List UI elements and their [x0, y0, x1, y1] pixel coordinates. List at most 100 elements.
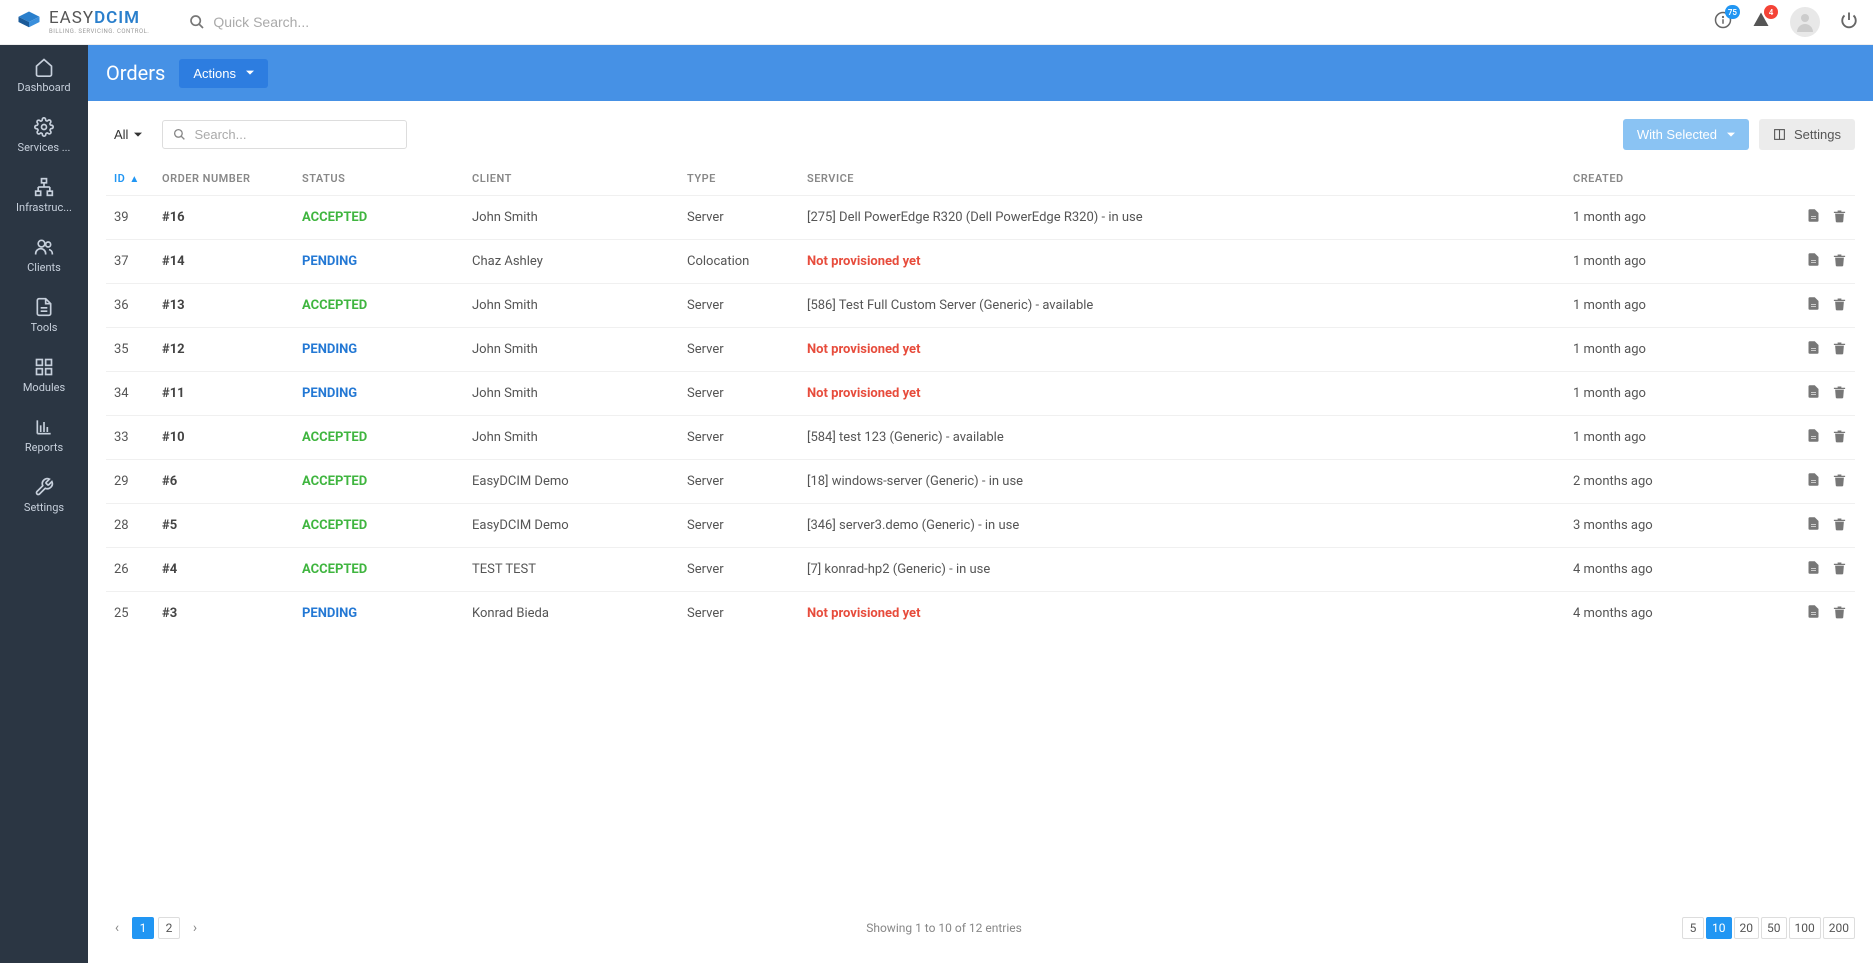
sidebar-item-sitemap[interactable]: Infrastruc...	[0, 165, 88, 225]
logo[interactable]: EASYDCIM BILLING. SERVICING. CONTROL.	[15, 8, 149, 36]
alert-notifications[interactable]: 4	[1752, 11, 1770, 33]
table-row[interactable]: 33 #10 ACCEPTED John Smith Server [584] …	[106, 416, 1855, 460]
sidebar-item-label: Settings	[24, 501, 64, 514]
col-id[interactable]: ID▲	[106, 162, 154, 196]
cell-client: TEST TEST	[464, 548, 679, 592]
row-view-icon[interactable]	[1806, 340, 1821, 355]
row-delete-icon[interactable]	[1832, 472, 1847, 487]
sidebar: DashboardServices ...Infrastruc...Client…	[0, 45, 88, 963]
logo-text: EASYDCIM BILLING. SERVICING. CONTROL.	[49, 10, 149, 35]
sidebar-item-chart[interactable]: Reports	[0, 405, 88, 465]
table-row[interactable]: 36 #13 ACCEPTED John Smith Server [586] …	[106, 284, 1855, 328]
quick-search-input[interactable]	[213, 14, 513, 30]
logo-icon	[15, 8, 43, 36]
row-view-icon[interactable]	[1806, 428, 1821, 443]
info-notifications[interactable]: 75	[1714, 11, 1732, 33]
chevron-down-icon	[134, 131, 142, 139]
row-delete-icon[interactable]	[1832, 252, 1847, 267]
table-row[interactable]: 29 #6 ACCEPTED EasyDCIM Demo Server [18]…	[106, 460, 1855, 504]
cell-created: 3 months ago	[1565, 504, 1785, 548]
row-delete-icon[interactable]	[1832, 384, 1847, 399]
pagesize-5[interactable]: 5	[1682, 917, 1704, 939]
row-delete-icon[interactable]	[1832, 428, 1847, 443]
pagesize-50[interactable]: 50	[1761, 917, 1787, 939]
cell-client: John Smith	[464, 416, 679, 460]
cell-order-number: #4	[154, 548, 294, 592]
page-1[interactable]: 1	[132, 917, 154, 939]
table-row[interactable]: 26 #4 ACCEPTED TEST TEST Server [7] konr…	[106, 548, 1855, 592]
cell-order-number: #5	[154, 504, 294, 548]
col-client[interactable]: CLIENT	[464, 162, 679, 196]
page-prev[interactable]: ‹	[106, 917, 128, 939]
row-delete-icon[interactable]	[1832, 340, 1847, 355]
table-row[interactable]: 28 #5 ACCEPTED EasyDCIM Demo Server [346…	[106, 504, 1855, 548]
cell-created: 1 month ago	[1565, 240, 1785, 284]
col-service[interactable]: SERVICE	[799, 162, 1565, 196]
row-delete-icon[interactable]	[1832, 516, 1847, 531]
cell-status: ACCEPTED	[294, 504, 464, 548]
row-delete-icon[interactable]	[1832, 296, 1847, 311]
cell-order-number: #14	[154, 240, 294, 284]
cell-status: PENDING	[294, 592, 464, 636]
row-delete-icon[interactable]	[1832, 208, 1847, 223]
row-view-icon[interactable]	[1806, 560, 1821, 575]
table-row[interactable]: 34 #11 PENDING John Smith Server Not pro…	[106, 372, 1855, 416]
content: All With Selected Settings ID▲ ORDER NUM…	[88, 101, 1873, 963]
sidebar-item-wrench[interactable]: Settings	[0, 465, 88, 525]
table-footer: ‹12› Showing 1 to 10 of 12 entries 51020…	[106, 905, 1855, 951]
cell-status: ACCEPTED	[294, 416, 464, 460]
row-view-icon[interactable]	[1806, 516, 1821, 531]
sidebar-item-users[interactable]: Clients	[0, 225, 88, 285]
table-search-input[interactable]	[194, 127, 396, 142]
table-row[interactable]: 37 #14 PENDING Chaz Ashley Colocation No…	[106, 240, 1855, 284]
sidebar-item-gear[interactable]: Services ...	[0, 105, 88, 165]
col-order-number[interactable]: ORDER NUMBER	[154, 162, 294, 196]
row-view-icon[interactable]	[1806, 472, 1821, 487]
table-row[interactable]: 25 #3 PENDING Konrad Bieda Server Not pr…	[106, 592, 1855, 636]
col-status[interactable]: STATUS	[294, 162, 464, 196]
page-next[interactable]: ›	[184, 917, 206, 939]
pagesize-100[interactable]: 100	[1789, 917, 1821, 939]
pagesize-20[interactable]: 20	[1734, 917, 1760, 939]
row-view-icon[interactable]	[1806, 604, 1821, 619]
power-button[interactable]	[1840, 11, 1858, 33]
row-view-icon[interactable]	[1806, 384, 1821, 399]
top-right: 75 4	[1714, 7, 1858, 37]
row-delete-icon[interactable]	[1832, 560, 1847, 575]
row-view-icon[interactable]	[1806, 252, 1821, 267]
cell-status: PENDING	[294, 328, 464, 372]
cell-order-number: #16	[154, 196, 294, 240]
sidebar-item-home[interactable]: Dashboard	[0, 45, 88, 105]
top-header: EASYDCIM BILLING. SERVICING. CONTROL. 75…	[0, 0, 1873, 45]
columns-icon	[1773, 128, 1786, 141]
pagesize-10[interactable]: 10	[1706, 917, 1732, 939]
col-created[interactable]: CREATED	[1565, 162, 1785, 196]
cell-client: EasyDCIM Demo	[464, 460, 679, 504]
cell-order-number: #11	[154, 372, 294, 416]
row-view-icon[interactable]	[1806, 296, 1821, 311]
pagesize-200[interactable]: 200	[1823, 917, 1855, 939]
cell-type: Server	[679, 548, 799, 592]
settings-button[interactable]: Settings	[1759, 119, 1855, 150]
sidebar-item-grid[interactable]: Modules	[0, 345, 88, 405]
sidebar-item-label: Modules	[23, 381, 65, 394]
table-row[interactable]: 39 #16 ACCEPTED John Smith Server [275] …	[106, 196, 1855, 240]
table-search	[162, 120, 407, 149]
sidebar-item-file[interactable]: Tools	[0, 285, 88, 345]
page-2[interactable]: 2	[158, 917, 180, 939]
showing-text: Showing 1 to 10 of 12 entries	[866, 921, 1022, 935]
filter-dropdown[interactable]: All	[106, 121, 150, 148]
col-type[interactable]: TYPE	[679, 162, 799, 196]
actions-dropdown[interactable]: Actions	[179, 59, 268, 88]
cell-type: Server	[679, 372, 799, 416]
cell-status: ACCEPTED	[294, 460, 464, 504]
table-row[interactable]: 35 #12 PENDING John Smith Server Not pro…	[106, 328, 1855, 372]
cell-type: Server	[679, 196, 799, 240]
with-selected-button[interactable]: With Selected	[1623, 119, 1749, 150]
avatar-icon	[1793, 10, 1817, 34]
row-view-icon[interactable]	[1806, 208, 1821, 223]
file-icon	[34, 297, 54, 317]
power-icon	[1840, 11, 1858, 29]
row-delete-icon[interactable]	[1832, 604, 1847, 619]
user-avatar[interactable]	[1790, 7, 1820, 37]
